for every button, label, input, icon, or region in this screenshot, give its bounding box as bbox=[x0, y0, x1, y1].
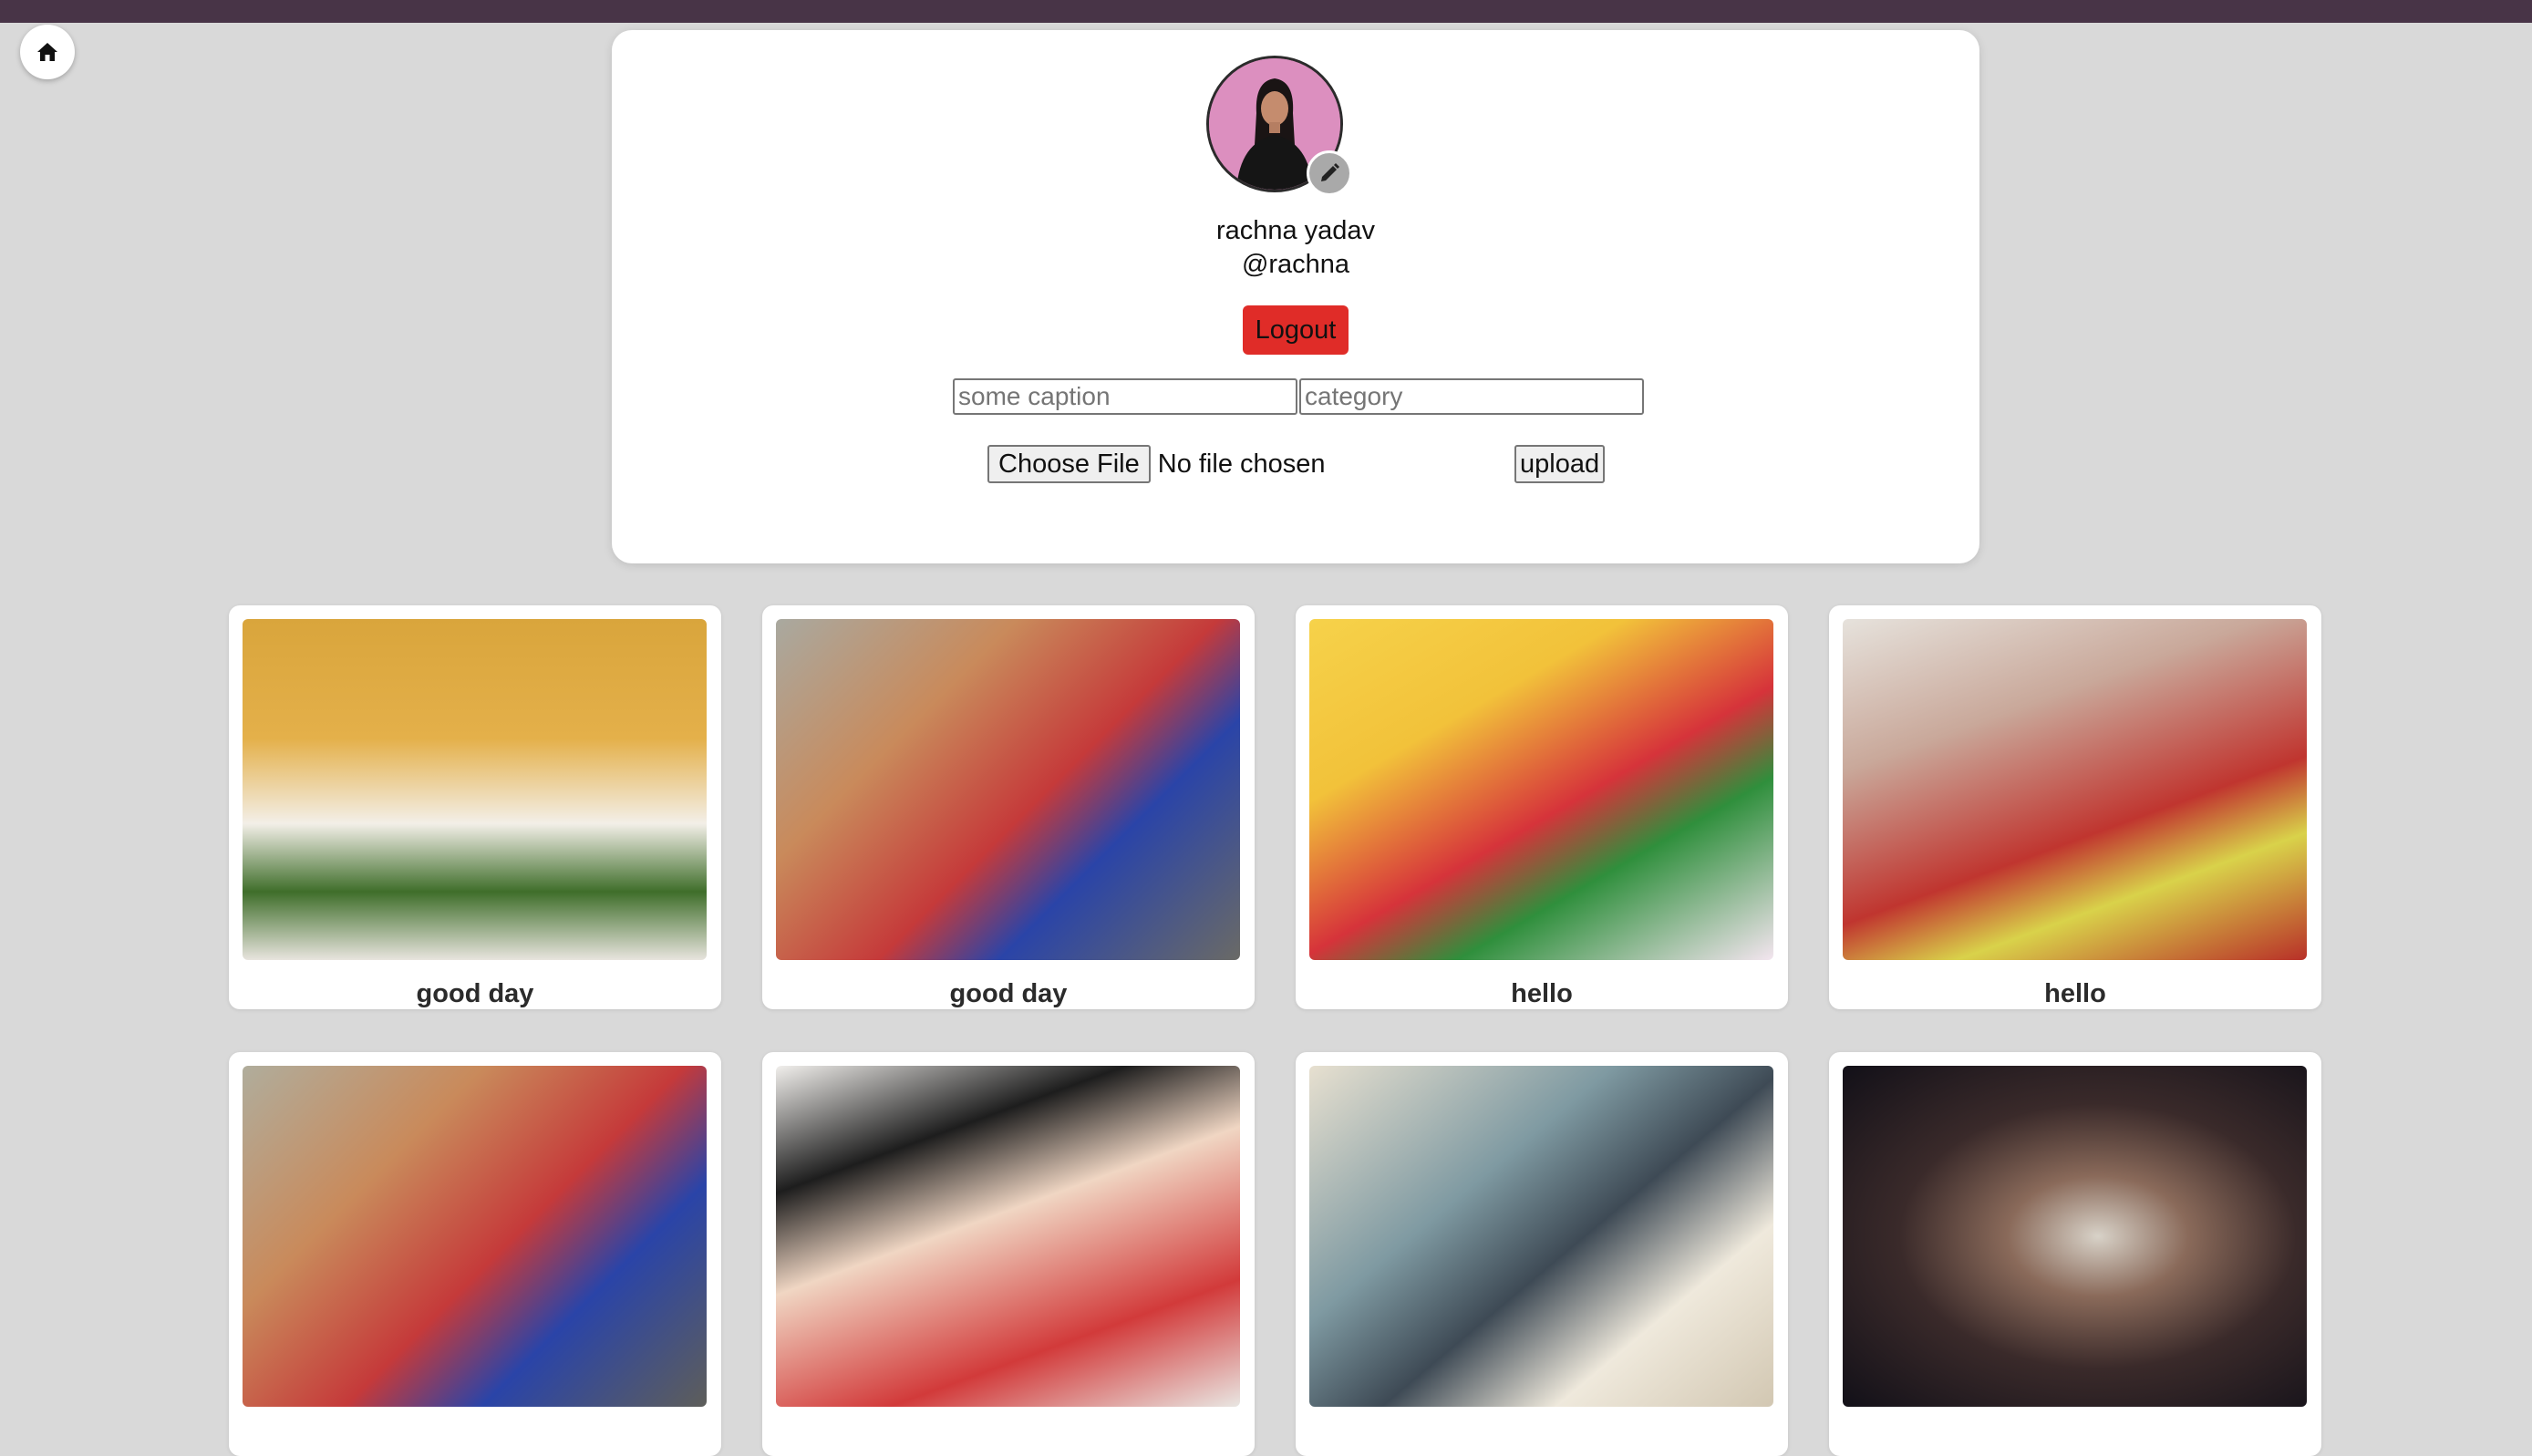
post-card[interactable]: good day bbox=[762, 605, 1255, 1009]
edit-avatar-button[interactable] bbox=[1307, 150, 1352, 196]
file-status: No file chosen bbox=[1157, 449, 1326, 479]
post-image bbox=[776, 1066, 1240, 1407]
choose-file-button[interactable]: Choose File bbox=[987, 445, 1151, 483]
profile-handle: @rachna bbox=[1241, 250, 1350, 279]
post-card[interactable] bbox=[229, 1052, 721, 1456]
pencil-icon bbox=[1321, 163, 1339, 181]
post-card[interactable]: hello bbox=[1296, 605, 1788, 1009]
post-caption: good day bbox=[416, 979, 534, 1008]
post-image bbox=[1843, 619, 2307, 960]
post-image bbox=[243, 1066, 707, 1407]
posts-grid: good day good day hello hello bbox=[229, 605, 2322, 1456]
post-image bbox=[243, 619, 707, 960]
post-card[interactable] bbox=[762, 1052, 1255, 1456]
post-image bbox=[776, 619, 1240, 960]
caption-input[interactable] bbox=[953, 378, 1297, 415]
post-card[interactable] bbox=[1829, 1052, 2321, 1456]
post-caption: good day bbox=[949, 979, 1068, 1008]
upload-button[interactable]: upload bbox=[1514, 445, 1606, 483]
home-button[interactable] bbox=[20, 25, 75, 79]
post-card[interactable]: good day bbox=[229, 605, 721, 1009]
logout-button[interactable]: Logout bbox=[1243, 305, 1349, 355]
post-caption: hello bbox=[1511, 979, 1573, 1008]
profile-name: rachna yadav bbox=[1215, 216, 1376, 245]
post-caption: hello bbox=[2044, 979, 2106, 1008]
category-input[interactable] bbox=[1299, 378, 1644, 415]
home-icon bbox=[37, 43, 57, 61]
profile-card: rachna yadav @rachna Logout Choose File … bbox=[612, 30, 1979, 563]
post-image bbox=[1309, 1066, 1773, 1407]
avatar-container bbox=[1206, 56, 1352, 196]
post-card[interactable]: hello bbox=[1829, 605, 2321, 1009]
post-image bbox=[1309, 619, 1773, 960]
file-picker: Choose File No file chosen bbox=[987, 445, 1326, 483]
post-image bbox=[1843, 1066, 2307, 1407]
post-card[interactable] bbox=[1296, 1052, 1788, 1456]
top-bar bbox=[0, 0, 2532, 23]
